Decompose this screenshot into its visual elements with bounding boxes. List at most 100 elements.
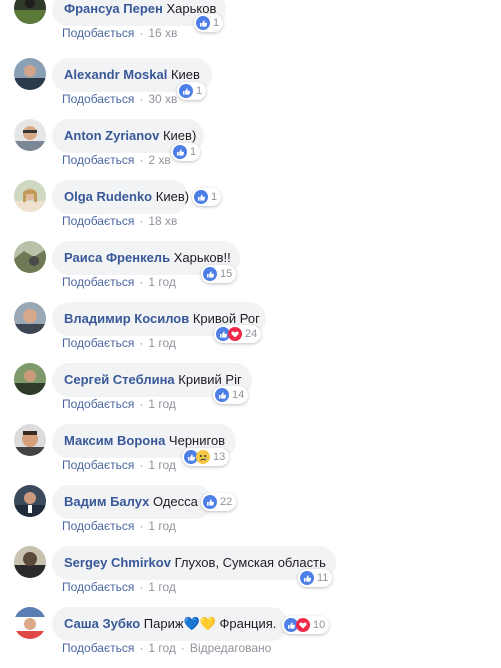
comment-item: Максим Ворона Чернигов 13 Подобається · 1 … — [0, 424, 501, 485]
like-reaction-icon — [194, 190, 208, 204]
like-link[interactable]: Подобається — [62, 458, 134, 472]
comment-author[interactable]: Sergey Chmirkov — [64, 555, 171, 570]
like-link[interactable]: Подобається — [62, 641, 134, 655]
comment-author[interactable]: Anton Zyrianov — [64, 128, 159, 143]
reaction-count[interactable]: 14 — [213, 386, 249, 404]
comment-author[interactable]: Максим Ворона — [64, 433, 165, 448]
comment-text: Киев — [170, 67, 200, 82]
comment-author[interactable]: Olga Rudenko — [64, 189, 152, 204]
comment-text: Кривий Ріг — [178, 372, 242, 387]
avatar[interactable] — [14, 180, 46, 212]
comment-time[interactable]: 2 хв — [148, 153, 170, 167]
like-link[interactable]: Подобається — [62, 153, 134, 167]
comment-time[interactable]: 16 хв — [148, 26, 177, 40]
comment-author[interactable]: Alexandr Moskal — [64, 67, 167, 82]
reaction-number: 22 — [220, 496, 233, 508]
comment-author[interactable]: Саша Зубко — [64, 616, 140, 631]
comment-text: Кривой Рог — [192, 311, 260, 326]
comment-text: Глухов, Сумская область — [174, 555, 326, 570]
comment-meta: Подобається · 1 год — [62, 519, 176, 533]
like-link[interactable]: Подобається — [62, 214, 134, 228]
like-reaction-icon — [300, 571, 314, 585]
comment-meta: Подобається · 1 год — [62, 458, 176, 472]
avatar[interactable] — [14, 485, 46, 517]
comment-item: Владимир Косилов Кривой Рог 24 Подобаєть… — [0, 302, 501, 363]
comment-text: Париж💙💛 Франция. — [143, 616, 277, 631]
reaction-number: 1 — [213, 17, 220, 29]
avatar[interactable] — [14, 424, 46, 456]
comment-time[interactable]: 1 год — [148, 641, 176, 655]
avatar[interactable] — [14, 363, 46, 395]
reaction-count[interactable]: 1 — [194, 14, 224, 32]
comment-text: Киев) — [155, 189, 190, 204]
comment-item: Anton Zyrianov Киев) 1 Подобається · 2 хв — [0, 119, 501, 180]
sad-reaction-icon — [196, 450, 210, 464]
comment-item: Sergey Chmirkov Глухов, Сумская область … — [0, 546, 501, 607]
comment-item: Саша Зубко Париж💙💛 Франция. 10 Подобаєть… — [0, 607, 501, 668]
comment-time[interactable]: 30 хв — [148, 92, 177, 106]
comment-meta: Подобається · 1 год — [62, 275, 176, 289]
reaction-count[interactable]: 22 — [201, 493, 237, 511]
comment-bubble: Саша Зубко Париж💙💛 Франция. — [52, 607, 288, 641]
like-link[interactable]: Подобається — [62, 397, 134, 411]
like-link[interactable]: Подобається — [62, 580, 134, 594]
avatar[interactable] — [14, 58, 46, 90]
comment-item: Alexandr Moskal Киев 1 Подобається · 30 хв — [0, 58, 501, 119]
like-link[interactable]: Подобається — [62, 336, 134, 350]
avatar[interactable] — [14, 241, 46, 273]
reaction-count[interactable]: 15 — [201, 265, 237, 283]
reaction-count[interactable]: 1 — [171, 143, 201, 161]
reaction-number: 1 — [211, 191, 218, 203]
comment-meta: Подобається · 1 год — [62, 580, 176, 594]
comment-author[interactable]: Владимир Косилов — [64, 311, 189, 326]
love-reaction-icon — [296, 618, 310, 632]
comment-author[interactable]: Сергей Стеблина — [64, 372, 175, 387]
like-link[interactable]: Подобається — [62, 26, 134, 40]
reaction-count[interactable]: 13 — [182, 448, 230, 466]
comment-text: Чернигов — [168, 433, 226, 448]
like-link[interactable]: Подобається — [62, 275, 134, 289]
comment-meta: Подобається · 1 год · Відредаговано — [62, 641, 272, 655]
comment-text: Харьков!! — [173, 250, 231, 265]
like-link[interactable]: Подобається — [62, 519, 134, 533]
like-reaction-icon — [203, 267, 217, 281]
comment-author[interactable]: Вадим Балух — [64, 494, 149, 509]
comment-meta: Подобається · 16 хв — [62, 26, 178, 40]
reaction-count[interactable]: 10 — [282, 616, 330, 634]
comment-bubble: Olga Rudenko Киев) — [52, 180, 190, 214]
avatar[interactable] — [14, 0, 46, 24]
comment-time[interactable]: 18 хв — [148, 214, 177, 228]
comment-time[interactable]: 1 год — [148, 397, 176, 411]
reaction-count[interactable]: 11 — [298, 569, 333, 587]
reaction-number: 14 — [232, 389, 245, 401]
reaction-number: 13 — [213, 451, 226, 463]
avatar[interactable] — [14, 607, 46, 639]
comment-author[interactable]: Франсуа Перен — [64, 1, 163, 16]
comment-time[interactable]: 1 год — [148, 580, 176, 594]
reaction-number: 1 — [196, 85, 203, 97]
comment-item: Вадим Балух Одесса 22 Подобається · 1 год — [0, 485, 501, 546]
like-reaction-icon — [203, 495, 217, 509]
reaction-number: 24 — [245, 328, 258, 340]
love-reaction-icon — [228, 327, 242, 341]
comment-author[interactable]: Раиса Френкель — [64, 250, 170, 265]
reaction-count[interactable]: 1 — [177, 82, 207, 100]
like-link[interactable]: Подобається — [62, 92, 134, 106]
avatar[interactable] — [14, 546, 46, 578]
comment-meta: Подобається · 1 год — [62, 397, 176, 411]
comment-time[interactable]: 1 год — [148, 275, 176, 289]
comment-meta: Подобається · 30 хв — [62, 92, 178, 106]
comment-meta: Подобається · 1 год — [62, 336, 176, 350]
comment-time[interactable]: 1 год — [148, 519, 176, 533]
avatar[interactable] — [14, 119, 46, 151]
reaction-count[interactable]: 24 — [214, 325, 262, 343]
avatar[interactable] — [14, 302, 46, 334]
edited-label[interactable]: Відредаговано — [190, 641, 271, 655]
comment-item: Франсуа Перен Харьков 1 Подобається · 16 х… — [0, 0, 501, 53]
comment-meta: Подобається · 2 хв — [62, 153, 171, 167]
reaction-count[interactable]: 1 — [192, 188, 222, 206]
comment-item: Раиса Френкель Харьков!! 15 Подобається ·… — [0, 241, 501, 302]
comment-bubble: Sergey Chmirkov Глухов, Сумская область — [52, 546, 336, 580]
comment-time[interactable]: 1 год — [148, 336, 176, 350]
comment-time[interactable]: 1 год — [148, 458, 176, 472]
